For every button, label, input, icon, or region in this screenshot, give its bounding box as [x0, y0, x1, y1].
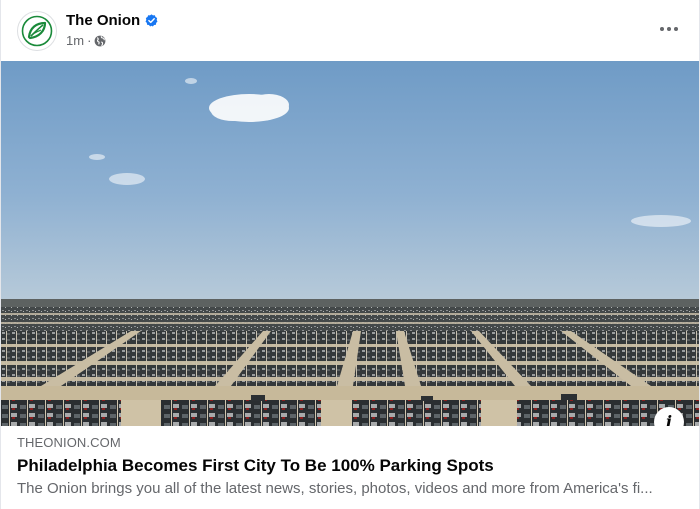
meta-separator: ·	[87, 33, 92, 48]
post-meta: 1m ·	[66, 33, 106, 48]
link-preview-image[interactable]	[1, 61, 699, 426]
verified-badge-icon	[145, 14, 158, 27]
parking-lot-photo	[1, 61, 699, 426]
page-avatar[interactable]	[17, 11, 57, 51]
link-description: The Onion brings you all of the latest n…	[17, 480, 653, 497]
name-row: The Onion	[66, 12, 158, 29]
link-domain: THEONION.COM	[17, 435, 121, 450]
globe-icon	[95, 35, 106, 46]
feed-post: The Onion 1m · i THEONION.COM Philadelph…	[0, 0, 700, 509]
post-options-button[interactable]	[655, 15, 683, 43]
post-timestamp[interactable]: 1m	[66, 33, 84, 48]
post-header: The Onion 1m ·	[1, 0, 700, 61]
onion-logo-icon	[21, 15, 53, 47]
link-headline[interactable]: Philadelphia Becomes First City To Be 10…	[17, 456, 494, 476]
page-name[interactable]: The Onion	[66, 12, 140, 29]
more-horizontal-icon	[660, 27, 678, 31]
link-preview[interactable]: THEONION.COM Philadelphia Becomes First …	[1, 426, 699, 509]
